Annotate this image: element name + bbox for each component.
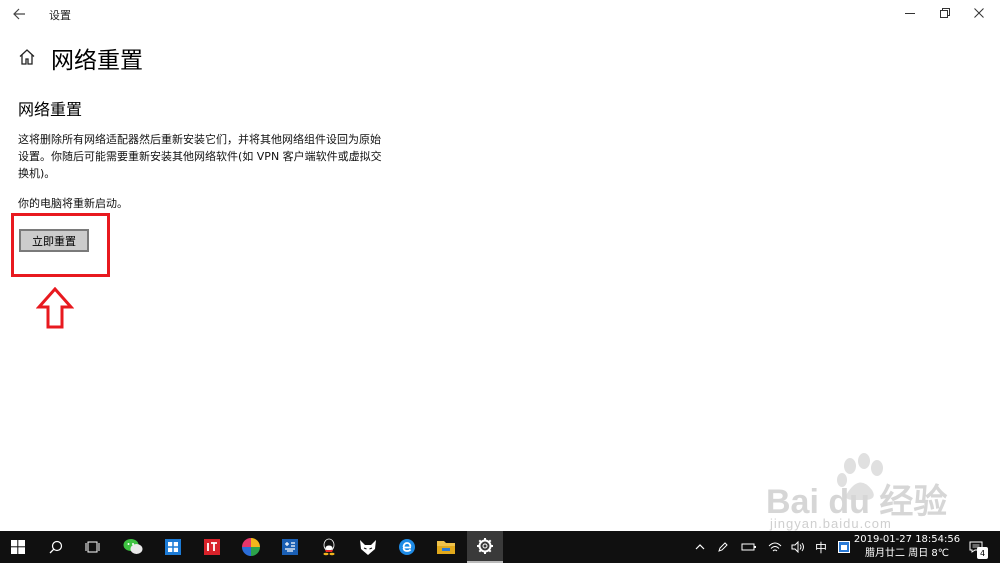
tray-app-icon bbox=[838, 541, 850, 553]
taskbar: 中 2019-01-27 18:54:56 腊月廿二 周日 8℃ bbox=[0, 531, 1000, 563]
watermark-url: jingyan.baidu.com bbox=[770, 516, 892, 531]
qq-icon bbox=[323, 538, 335, 556]
baidu-watermark: Bai du 经验 jingyan.baidu.com bbox=[760, 452, 960, 534]
taskbar-app-it[interactable] bbox=[194, 531, 230, 563]
restart-note: 你的电脑将重新启动。 bbox=[18, 197, 128, 210]
tray-ime[interactable]: 中 bbox=[811, 531, 831, 563]
battery-icon bbox=[741, 543, 756, 551]
clock-date: 2019-01-27 bbox=[853, 534, 912, 545]
maximize-icon bbox=[940, 8, 950, 18]
ie-browser-icon bbox=[399, 539, 415, 555]
clock-lunar: 腊月廿二 周日 8℃ bbox=[865, 548, 949, 559]
reset-description: 这将删除所有网络适配器然后重新安装它们，并将其他网络组件设回为原始设置。你随后可… bbox=[18, 133, 382, 180]
color-wheel-app-icon bbox=[242, 538, 260, 556]
close-button[interactable] bbox=[968, 3, 990, 23]
wechat-icon bbox=[123, 539, 143, 554]
tray-overflow[interactable] bbox=[690, 531, 710, 563]
wifi-icon bbox=[768, 542, 782, 552]
tray-battery[interactable] bbox=[738, 531, 760, 563]
maximize-button[interactable] bbox=[934, 3, 956, 23]
up-arrow-icon bbox=[36, 287, 74, 329]
taskbar-app-outlook[interactable] bbox=[155, 531, 191, 563]
back-button[interactable] bbox=[6, 3, 32, 25]
taskbar-search[interactable] bbox=[38, 531, 74, 563]
pen-icon bbox=[718, 542, 728, 552]
highlight-box bbox=[11, 213, 110, 277]
taskbar-app-chinese[interactable] bbox=[272, 531, 308, 563]
task-view-icon bbox=[85, 541, 100, 553]
windows-start-icon bbox=[11, 540, 25, 554]
back-arrow-icon bbox=[13, 8, 25, 20]
app-title: 设置 bbox=[49, 9, 71, 22]
home-button[interactable] bbox=[18, 48, 36, 66]
notification-count-badge: 4 bbox=[977, 547, 988, 559]
title-bar: 设置 bbox=[0, 0, 1000, 30]
chinese-app-icon bbox=[282, 539, 298, 555]
section-title: 网络重置 bbox=[18, 100, 83, 119]
page-title: 网络重置 bbox=[51, 48, 143, 74]
home-icon bbox=[19, 49, 35, 65]
minimize-icon bbox=[905, 13, 915, 14]
search-icon bbox=[49, 540, 63, 554]
settings-gear-icon bbox=[477, 538, 493, 554]
volume-icon bbox=[791, 541, 804, 553]
file-explorer-icon bbox=[437, 541, 455, 554]
close-icon bbox=[974, 8, 984, 18]
taskbar-app-settings[interactable] bbox=[467, 531, 503, 563]
tray-app[interactable] bbox=[834, 531, 854, 563]
start-button[interactable] bbox=[0, 531, 36, 563]
outlook-icon bbox=[165, 539, 181, 555]
minimize-button[interactable] bbox=[899, 3, 921, 23]
chevron-up-icon bbox=[695, 544, 705, 550]
taskbar-app-color[interactable] bbox=[233, 531, 269, 563]
tray-wifi[interactable] bbox=[765, 531, 785, 563]
it-app-icon bbox=[204, 539, 220, 555]
taskbar-clock[interactable]: 2019-01-27 18:54:56 腊月廿二 周日 8℃ bbox=[852, 533, 962, 563]
fox-app-icon bbox=[360, 540, 376, 555]
clock-time: 18:54:56 bbox=[915, 534, 961, 545]
taskbar-app-qq[interactable] bbox=[311, 531, 347, 563]
task-view-button[interactable] bbox=[75, 531, 111, 563]
taskbar-app-wechat[interactable] bbox=[115, 531, 151, 563]
tray-volume[interactable] bbox=[788, 531, 808, 563]
tray-pen[interactable] bbox=[713, 531, 733, 563]
taskbar-app-fox[interactable] bbox=[350, 531, 386, 563]
taskbar-app-explorer[interactable] bbox=[428, 531, 464, 563]
taskbar-app-ie[interactable] bbox=[389, 531, 425, 563]
